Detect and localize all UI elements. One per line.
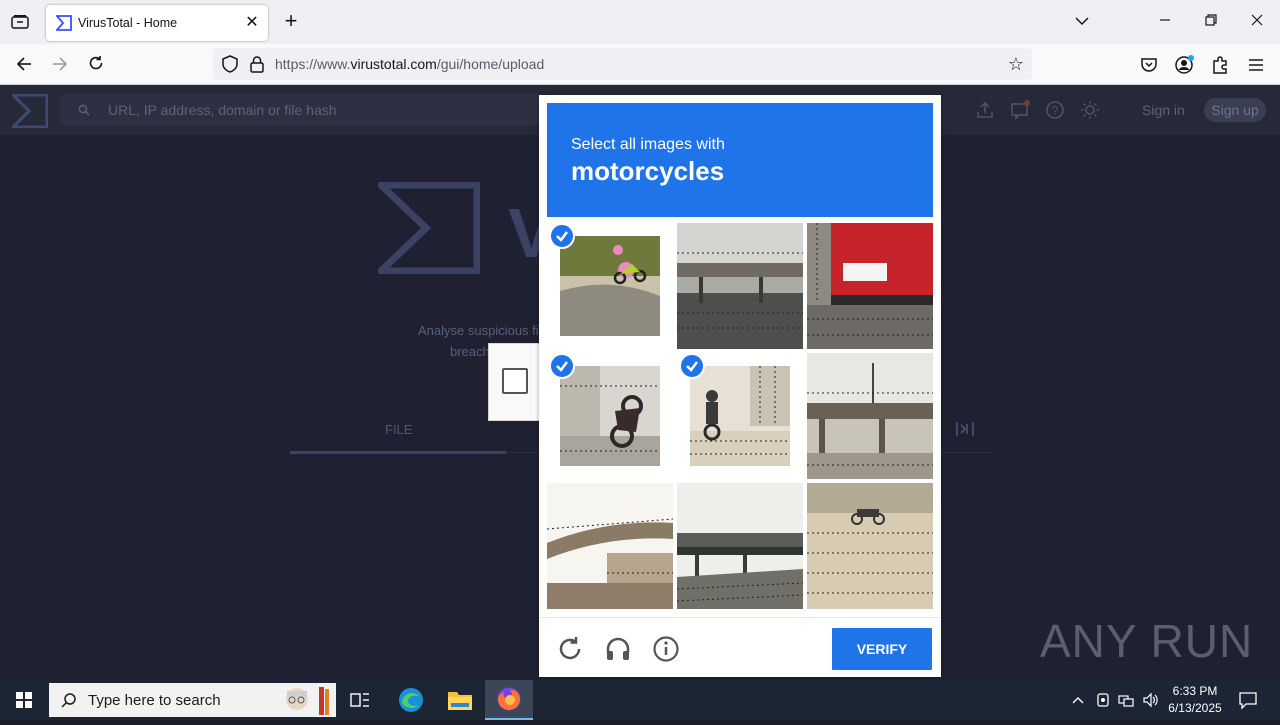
network-icon[interactable] <box>1118 692 1134 708</box>
captcha-tile-6[interactable] <box>807 353 933 479</box>
device-tray-icon[interactable] <box>1095 692 1111 708</box>
theme-toggle-sun-icon[interactable] <box>1080 100 1100 120</box>
notification-center-icon[interactable] <box>1238 690 1258 710</box>
address-bar[interactable]: https://www.virustotal.com/gui/home/uplo… <box>213 48 1032 80</box>
volume-icon[interactable] <box>1142 692 1158 708</box>
url-text[interactable]: https://www.virustotal.com/gui/home/uplo… <box>275 56 544 72</box>
captcha-tile-2[interactable] <box>677 223 803 349</box>
search-tab-icon[interactable] <box>955 420 975 438</box>
search-icon <box>61 693 76 708</box>
tile-image-motorcycle-street <box>690 366 790 466</box>
tracking-protection-shield-icon[interactable] <box>221 55 239 73</box>
tab-file[interactable]: FILE <box>385 422 412 437</box>
search-placeholder: URL, IP address, domain or file hash <box>108 102 337 118</box>
captcha-challenge-dialog: Select all images with motorcycles VERIF… <box>539 95 941 677</box>
system-clock[interactable]: 6:33 PM 6/13/2025 <box>1166 683 1224 717</box>
tile-image-highway-bridge <box>677 483 803 609</box>
restore-window-icon[interactable] <box>1199 8 1223 36</box>
upload-icon[interactable] <box>975 100 995 120</box>
captcha-checkbox[interactable] <box>502 368 528 394</box>
search-highlight-illustration-icon <box>286 687 329 715</box>
svg-text:?: ? <box>1052 104 1059 118</box>
windows-logo-icon <box>16 692 32 708</box>
tile-image-road-scene <box>807 483 933 609</box>
browser-nav-bar: https://www.virustotal.com/gui/home/uplo… <box>0 44 1280 85</box>
url-path: /gui/home/upload <box>436 56 545 72</box>
info-icon[interactable] <box>652 635 680 663</box>
clock-date: 6/13/2025 <box>1168 701 1222 715</box>
extensions-puzzle-icon[interactable] <box>1209 54 1231 76</box>
search-icon <box>78 104 90 116</box>
anyrun-watermark: ANY RUN <box>1040 602 1270 672</box>
browser-tab-strip: VirusTotal - Home ✕ + <box>0 0 1280 44</box>
clock-time: 6:33 PM <box>1172 684 1218 698</box>
tile-image-parked-motorcycle <box>560 366 660 466</box>
description-line-1: Analyse suspicious fi <box>418 323 539 338</box>
forward-arrow-icon[interactable] <box>47 52 73 78</box>
audio-challenge-headphones-icon[interactable] <box>604 635 632 663</box>
hamburger-menu-icon[interactable] <box>1245 54 1267 76</box>
back-arrow-icon[interactable] <box>11 52 37 78</box>
tab-title: VirusTotal - Home <box>78 16 178 30</box>
close-window-icon[interactable] <box>1245 8 1269 36</box>
firefox-taskbar-icon[interactable] <box>485 680 533 720</box>
tile-image-overpass <box>807 353 933 479</box>
url-domain: virustotal.com <box>350 56 437 72</box>
tile-4-checkmark-icon <box>549 353 575 379</box>
captcha-prompt-header: Select all images with motorcycles <box>547 103 933 217</box>
refresh-icon[interactable] <box>556 635 584 663</box>
list-all-tabs-icon[interactable] <box>8 10 32 34</box>
edge-browser-icon[interactable] <box>387 680 435 720</box>
captcha-target-text: motorcycles <box>571 156 725 186</box>
tile-1-checkmark-icon <box>549 223 575 249</box>
reload-icon[interactable] <box>83 52 109 78</box>
captcha-prompt-text: Select all images with <box>571 136 725 153</box>
tile-image-bridge <box>677 223 803 349</box>
tile-image-motorcycle-rider <box>560 236 660 336</box>
task-view-icon[interactable] <box>336 680 384 720</box>
tab-overflow-chevron-icon[interactable] <box>1070 8 1094 36</box>
start-button[interactable] <box>0 680 48 720</box>
virustotal-favicon-icon <box>56 15 72 31</box>
description-line-2: breach <box>450 344 490 359</box>
tile-5-checkmark-icon <box>679 353 705 379</box>
virustotal-large-logo-icon <box>378 182 480 274</box>
new-tab-button[interactable]: + <box>280 10 302 34</box>
file-explorer-icon[interactable] <box>436 680 484 720</box>
lock-icon[interactable] <box>248 55 266 73</box>
virustotal-search-input[interactable]: URL, IP address, domain or file hash <box>60 94 540 126</box>
taskbar-search-placeholder: Type here to search <box>88 692 221 709</box>
show-hidden-icons-chevron-icon[interactable] <box>1070 692 1086 708</box>
file-tab-underline <box>290 451 506 454</box>
windows-taskbar: Type here to search 6:33 PM 6/13/2025 <box>0 680 1280 720</box>
captcha-tile-9[interactable] <box>807 483 933 609</box>
help-icon[interactable]: ? <box>1045 100 1065 120</box>
notifications-chat-icon[interactable] <box>1010 100 1030 120</box>
captcha-tile-8[interactable] <box>677 483 803 609</box>
tile-image-bus <box>807 223 933 349</box>
virustotal-logo-icon[interactable] <box>12 94 48 128</box>
verify-button[interactable]: VERIFY <box>832 628 932 670</box>
bookmark-star-icon[interactable]: ☆ <box>1006 54 1026 74</box>
tile-image-elevated-road <box>547 483 673 609</box>
close-tab-icon[interactable]: ✕ <box>242 13 262 33</box>
account-avatar-icon[interactable] <box>1173 54 1195 76</box>
anyrun-watermark-text: ANY RUN <box>1040 615 1254 667</box>
captcha-tile-3[interactable] <box>807 223 933 349</box>
sign-in-link[interactable]: Sign in <box>1142 102 1185 118</box>
url-prefix: https://www. <box>275 56 351 72</box>
captcha-footer: VERIFY <box>539 617 941 677</box>
minimize-window-icon[interactable] <box>1153 8 1177 36</box>
sign-up-button[interactable]: Sign up <box>1204 98 1266 122</box>
taskbar-search-box[interactable]: Type here to search <box>49 683 336 717</box>
captcha-tile-7[interactable] <box>547 483 673 609</box>
browser-tab-virustotal[interactable]: VirusTotal - Home ✕ <box>46 5 268 41</box>
captcha-checkbox-widget <box>488 343 540 421</box>
pocket-icon[interactable] <box>1138 54 1160 76</box>
